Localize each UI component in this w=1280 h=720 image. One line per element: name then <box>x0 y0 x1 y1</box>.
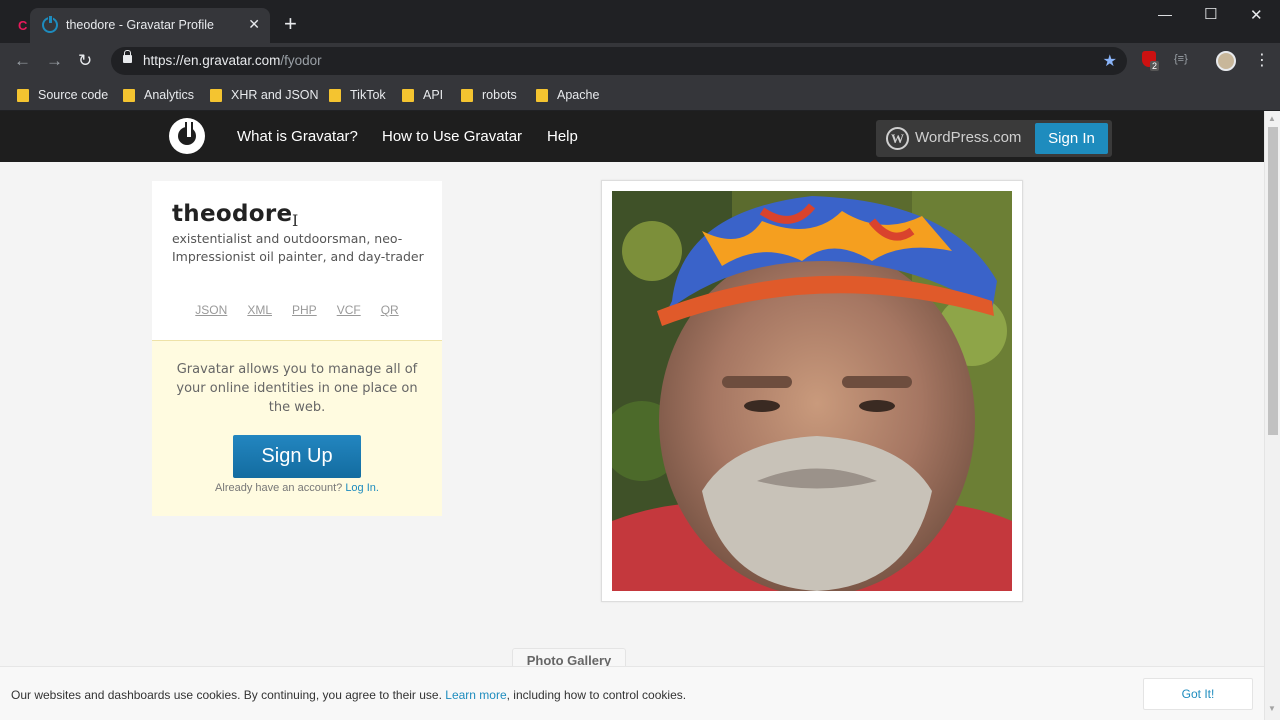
avatar-photo <box>612 191 1012 591</box>
sign-in-button[interactable]: Sign In <box>1035 123 1108 154</box>
menu-kebab-icon[interactable]: ⋮ <box>1254 50 1270 70</box>
reload-icon[interactable]: ↻ <box>78 51 92 71</box>
address-bar[interactable]: https://en.gravatar.com/fyodor ★ <box>111 47 1127 75</box>
avatar-photo-frame <box>601 180 1023 602</box>
browser-toolbar: ← → ↻ https://en.gravatar.com/fyodor ★ 2… <box>0 43 1280 79</box>
profile-bio: existentialist and outdoorsman, neo-Impr… <box>172 231 424 264</box>
bookmark-source-code[interactable]: Source code <box>17 86 108 104</box>
browser-tab-strip: C theodore - Gravatar Profile ✕ + — ☐ ✕ <box>0 0 1280 43</box>
bookmark-label: TikTok <box>350 88 386 102</box>
folder-icon <box>17 88 29 102</box>
tab-close-icon[interactable]: ✕ <box>248 16 260 33</box>
profile-card: theodore I existentialist and outdoorsma… <box>152 181 442 340</box>
profile-name: theodore <box>172 201 293 227</box>
wordpress-logo-icon: W <box>886 127 909 150</box>
bookmark-analytics[interactable]: Analytics <box>123 86 194 104</box>
bookmark-tiktok[interactable]: TikTok <box>329 86 386 104</box>
sign-up-button[interactable]: Sign Up <box>233 435 361 478</box>
bookmark-label: robots <box>482 88 517 102</box>
tab-title: theodore - Gravatar Profile <box>66 18 214 32</box>
nav-how-to-use[interactable]: How to Use Gravatar <box>382 128 522 145</box>
active-tab[interactable]: theodore - Gravatar Profile ✕ <box>30 8 270 43</box>
qr-link[interactable]: QR <box>381 303 399 317</box>
gravatar-logo-icon[interactable] <box>169 118 205 154</box>
json-extension-icon[interactable]: {≡} <box>1174 53 1188 65</box>
folder-icon <box>536 88 548 102</box>
profile-format-links: JSON XML PHP VCF QR <box>152 301 442 319</box>
wordpress-label[interactable]: WordPress.com <box>915 129 1021 146</box>
bookmark-robots[interactable]: robots <box>461 86 517 104</box>
photo-gallery-tab[interactable]: Photo Gallery <box>512 648 626 668</box>
folder-icon <box>461 88 473 102</box>
account-prompt-text: Already have an account? <box>215 482 343 494</box>
promo-text: Gravatar allows you to manage all of you… <box>176 362 418 415</box>
cookie-message-tail: , including how to control cookies. <box>506 688 687 702</box>
folder-icon <box>402 88 414 102</box>
signup-promo: Gravatar allows you to manage all of you… <box>152 340 442 516</box>
got-it-button[interactable]: Got It! <box>1143 678 1253 710</box>
bookmark-apache[interactable]: Apache <box>536 86 599 104</box>
cookie-banner: Our websites and dashboards use cookies.… <box>0 666 1264 720</box>
url-text[interactable]: https://en.gravatar.com/fyodor <box>143 53 322 68</box>
bookmarks-bar: Source code Analytics XHR and JSON TikTo… <box>0 79 1280 111</box>
cookie-message: Our websites and dashboards use cookies.… <box>11 688 442 702</box>
bookmark-label: Apache <box>557 88 600 102</box>
bookmark-label: Analytics <box>144 88 195 102</box>
profile-avatar-icon[interactable] <box>1216 51 1236 71</box>
window-close-icon[interactable]: ✕ <box>1250 6 1263 24</box>
log-in-link[interactable]: Log In. <box>345 482 379 494</box>
url-host: https://en.gravatar.com <box>143 53 281 68</box>
folder-icon <box>210 88 222 102</box>
nav-help[interactable]: Help <box>547 128 578 145</box>
bookmark-label: XHR and JSON <box>231 88 319 102</box>
back-arrow-icon[interactable]: ← <box>14 51 31 71</box>
bookmark-api[interactable]: API <box>402 86 443 104</box>
url-path: /fyodor <box>280 53 322 68</box>
text-cursor-icon: I <box>292 211 299 230</box>
scroll-down-arrow-icon[interactable]: ▼ <box>1268 704 1276 713</box>
account-prompt: Already have an account? Log In. <box>152 482 442 494</box>
folder-icon <box>123 88 135 102</box>
scroll-up-arrow-icon[interactable]: ▲ <box>1268 114 1276 123</box>
new-tab-button[interactable]: + <box>284 13 297 35</box>
bookmark-label: Source code <box>38 88 109 102</box>
learn-more-link[interactable]: Learn more <box>445 688 506 702</box>
cookie-text: Our websites and dashboards use cookies.… <box>11 688 686 702</box>
bookmark-star-icon[interactable]: ★ <box>1103 51 1117 71</box>
background-tab-icon: C <box>18 18 28 33</box>
json-link[interactable]: JSON <box>195 303 227 317</box>
wordpress-login-box: W WordPress.com Sign In <box>876 120 1112 157</box>
vcf-link[interactable]: VCF <box>337 303 361 317</box>
bookmark-label: API <box>423 88 444 102</box>
scrollbar-thumb[interactable] <box>1268 127 1278 435</box>
background-tab[interactable]: C <box>0 8 30 43</box>
folder-icon <box>329 88 341 102</box>
maximize-icon[interactable]: ☐ <box>1204 5 1217 23</box>
extension-badge: 2 <box>1150 61 1160 71</box>
page-scrollbar[interactable]: ▲ ▼ <box>1264 111 1280 720</box>
lock-icon <box>123 50 132 63</box>
gravatar-favicon-icon <box>42 16 58 33</box>
xml-link[interactable]: XML <box>247 303 272 317</box>
forward-arrow-icon[interactable]: → <box>46 51 63 71</box>
php-link[interactable]: PHP <box>292 303 317 317</box>
nav-what-is-gravatar[interactable]: What is Gravatar? <box>237 128 358 145</box>
minimize-icon[interactable]: — <box>1158 6 1172 22</box>
site-header: What is Gravatar? How to Use Gravatar He… <box>0 111 1264 162</box>
bookmark-xhr-json[interactable]: XHR and JSON <box>210 86 319 104</box>
